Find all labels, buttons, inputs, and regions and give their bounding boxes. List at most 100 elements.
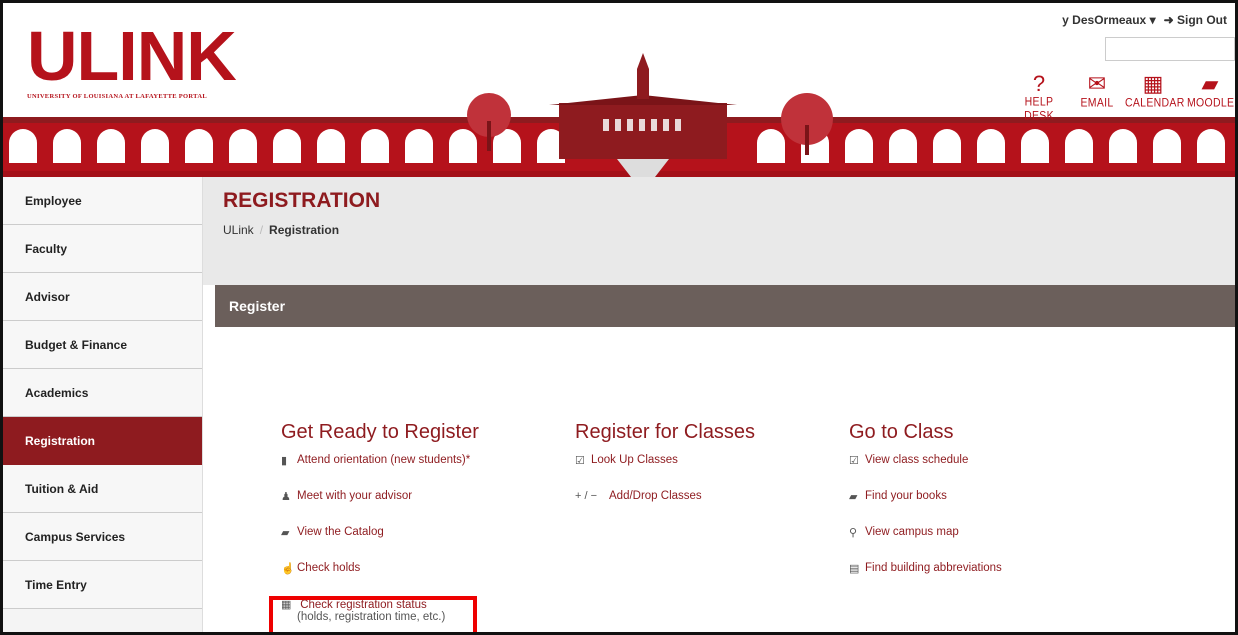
sidebar-item-registration[interactable]: Registration	[3, 417, 202, 465]
breadcrumb: ULink / Registration	[223, 223, 1235, 237]
calendar-link[interactable]: ▦ CALENDAR	[1125, 71, 1185, 110]
column-heading: Register for Classes	[575, 421, 756, 443]
window-shape	[675, 119, 681, 131]
arch-shape	[141, 129, 169, 163]
sidebar-item-time-entry[interactable]: Time Entry	[3, 561, 202, 609]
sidebar-item-budget-finance[interactable]: Budget & Finance	[3, 321, 202, 369]
arch-shape	[1197, 129, 1225, 163]
moodle-label: MOODLE	[1187, 96, 1235, 110]
bookmark-icon: ▮	[281, 455, 288, 467]
sidebar-item-faculty[interactable]: Faculty	[3, 225, 202, 273]
arch-shape	[1109, 129, 1137, 163]
logo-text: ULINK	[27, 17, 237, 95]
document-icon: ▤	[849, 563, 860, 575]
column-register-classes: Register for Classes ☑ Look Up Classes +…	[575, 421, 755, 526]
arch-shape	[757, 129, 785, 163]
breadcrumb-root[interactable]: ULink	[223, 223, 254, 237]
link-label: Look Up Classes	[591, 454, 678, 466]
email-label: EMAIL	[1080, 96, 1114, 110]
window-shape	[639, 119, 645, 131]
link-check-holds[interactable]: ☝ Check holds	[281, 562, 479, 598]
link-look-up-classes[interactable]: ☑ Look Up Classes	[575, 454, 755, 490]
map-marker-icon: ⚲	[849, 527, 858, 539]
link-label: Attend orientation (new students)*	[297, 454, 471, 466]
sidebar-nav: Employee Faculty Advisor Budget & Financ…	[3, 177, 203, 632]
help-desk-label: HELP DESK	[1024, 95, 1054, 123]
link-view-class-schedule[interactable]: ☑ View class schedule	[849, 454, 1002, 490]
window-shape	[651, 119, 657, 131]
sidebar-item-academics[interactable]: Academics	[3, 369, 202, 417]
sidebar-item-campus-services[interactable]: Campus Services	[3, 513, 202, 561]
book-icon: ▰	[281, 527, 290, 539]
arch-shape	[845, 129, 873, 163]
calendar-label: CALENDAR	[1125, 96, 1185, 110]
book-icon: ▰	[849, 491, 858, 503]
window-shape	[603, 119, 609, 131]
breadcrumb-current: Registration	[269, 223, 340, 237]
user-name: y DesOrmeaux	[1062, 13, 1147, 27]
arch-shape	[1021, 129, 1049, 163]
plus-minus-icon: + / −	[575, 490, 598, 502]
arch-shape	[449, 129, 477, 163]
arch-shape	[1065, 129, 1093, 163]
help-icon: ?	[1032, 71, 1046, 96]
window-shape	[627, 119, 633, 131]
moodle-link[interactable]: ▰ MOODLE	[1187, 71, 1235, 110]
sidebar-item-tuition-aid[interactable]: Tuition & Aid	[3, 465, 202, 513]
user-icon: ♟	[281, 491, 291, 503]
user-menu[interactable]: y DesOrmeaux ▾	[1062, 13, 1155, 27]
arch-shape	[933, 129, 961, 163]
main-content: REGISTRATION ULink / Registration Register…	[203, 177, 1235, 632]
column-go-to-class: Go to Class ☑ View class schedule ▰ Find…	[849, 421, 1002, 598]
arch-shape	[889, 129, 917, 163]
email-link[interactable]: ✉ EMAIL	[1077, 71, 1117, 110]
sign-out-button[interactable]: ➜ Sign Out	[1164, 13, 1227, 27]
sidebar-item-employee[interactable]: Employee	[3, 177, 202, 225]
link-attend-orientation[interactable]: ▮ Attend orientation (new students)*	[281, 454, 479, 490]
page-header: REGISTRATION ULink / Registration	[203, 177, 1235, 285]
sidebar-item-advisor[interactable]: Advisor	[3, 273, 202, 321]
arch-shape	[317, 129, 345, 163]
link-label: View campus map	[865, 526, 959, 538]
ulink-logo[interactable]: ULINK UNIVERSITY OF LOUISIANA AT LAFAYET…	[27, 17, 237, 100]
hand-icon: ☝	[281, 563, 295, 575]
link-label: View the Catalog	[297, 526, 384, 538]
link-label: Find building abbreviations	[865, 562, 1002, 574]
link-label: View class schedule	[865, 454, 969, 466]
arch-shape	[273, 129, 301, 163]
search-input[interactable]	[1105, 37, 1235, 61]
link-meet-advisor[interactable]: ♟ Meet with your advisor	[281, 490, 479, 526]
page-frame: ULINK UNIVERSITY OF LOUISIANA AT LAFAYET…	[0, 0, 1238, 635]
site-header: ULINK UNIVERSITY OF LOUISIANA AT LAFAYET…	[3, 3, 1235, 177]
arch-shape	[185, 129, 213, 163]
link-find-books[interactable]: ▰ Find your books	[849, 490, 1002, 526]
link-label: Check holds	[297, 562, 361, 574]
arch-shape	[1153, 129, 1181, 163]
chevron-down-icon: ▾	[1149, 13, 1156, 27]
breadcrumb-separator: /	[259, 223, 264, 237]
checkbox-icon: ☑	[575, 455, 585, 467]
page-title: REGISTRATION	[223, 189, 381, 212]
help-desk-link[interactable]: ? HELP DESK	[1012, 71, 1066, 123]
column-heading: Get Ready to Register	[281, 421, 479, 443]
arch-shape	[229, 129, 257, 163]
arch-shape	[9, 129, 37, 163]
calendar-icon: ▦	[1142, 71, 1164, 96]
panel-title: Register	[215, 285, 1235, 327]
book-icon: ▰	[1201, 71, 1219, 96]
column-heading: Go to Class	[849, 421, 954, 443]
link-find-building-abbreviations[interactable]: ▤ Find building abbreviations	[849, 562, 1002, 598]
user-bar: y DesOrmeaux ▾ ➜ Sign Out	[1062, 13, 1227, 27]
checkbox-icon: ☑	[849, 455, 859, 467]
arch-shape	[977, 129, 1005, 163]
arch-shape	[97, 129, 125, 163]
arch-shape	[361, 129, 389, 163]
highlight-box	[269, 596, 477, 632]
link-add-drop-classes[interactable]: + / − Add/Drop Classes	[575, 490, 755, 526]
link-view-catalog[interactable]: ▰ View the Catalog	[281, 526, 479, 562]
register-panel: Register Get Ready to Register ▮ Attend …	[215, 285, 1235, 632]
window-shape	[615, 119, 621, 131]
link-view-campus-map[interactable]: ⚲ View campus map	[849, 526, 1002, 562]
window-shape	[663, 119, 669, 131]
link-label: Find your books	[865, 490, 947, 502]
